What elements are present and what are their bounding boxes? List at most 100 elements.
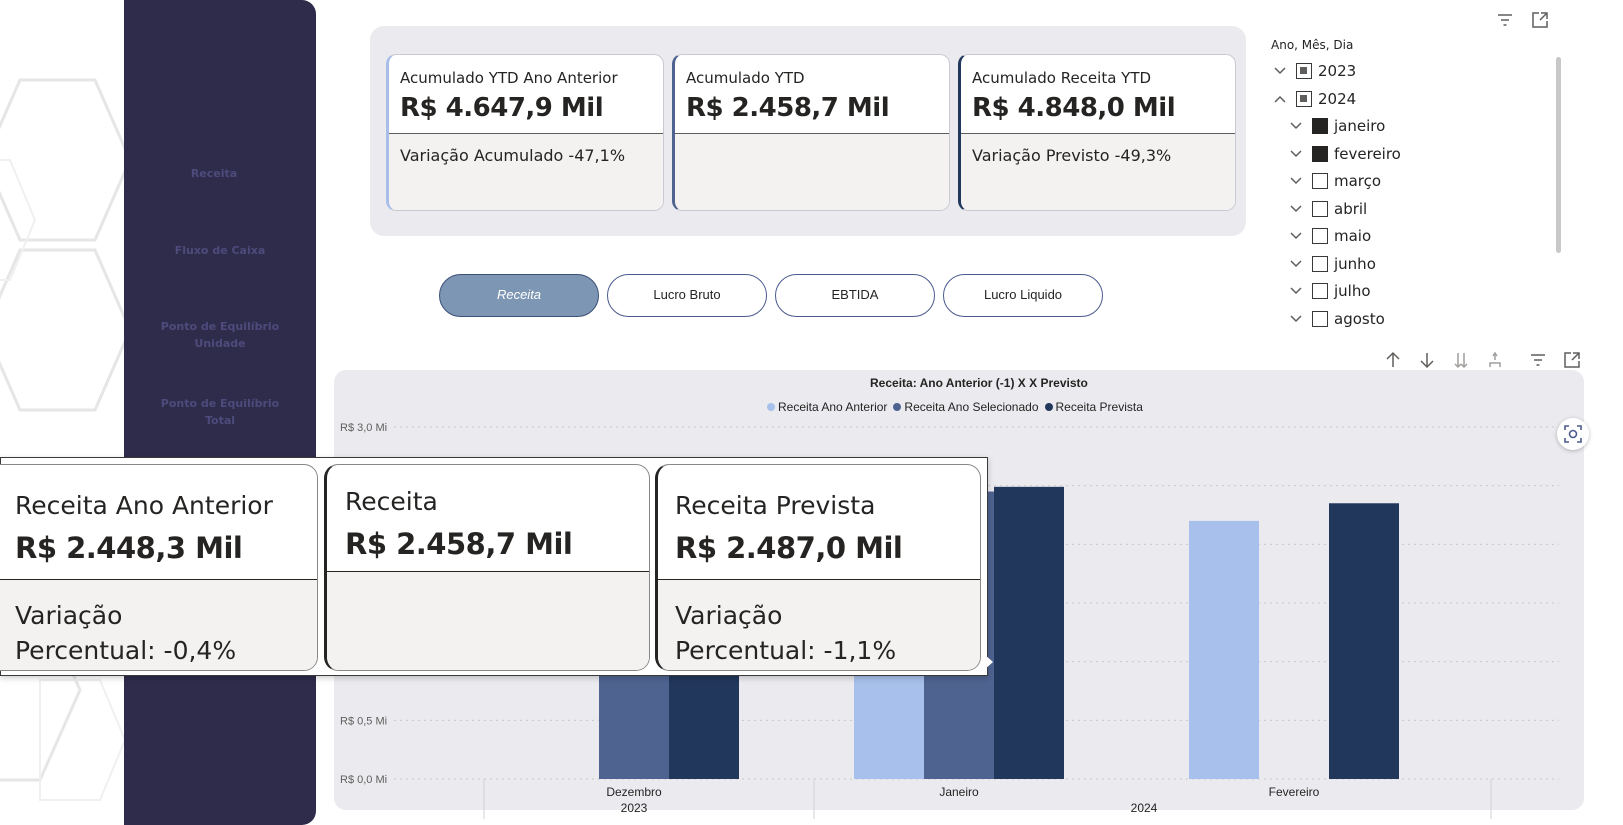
hexagon-background [0,78,125,801]
legend-item[interactable]: Receita Ano Anterior [767,400,887,414]
legend-label: Receita Ano Anterior [778,400,888,414]
chevron-down-icon[interactable] [1286,171,1306,191]
slicer-checkbox[interactable] [1296,90,1312,107]
tooltip-footer: Variação Percentual: -1,1% [658,579,980,670]
tooltip-popup: Receita Ano Anterior R$ 2.448,3 Mil Vari… [0,457,988,676]
toggle-lucro-liquido[interactable]: Lucro Liquido [943,274,1103,317]
filter-icon[interactable] [1528,350,1548,370]
slicer-item-7[interactable]: junho [1286,251,1376,277]
slicer-checkbox[interactable] [1296,63,1312,79]
tooltip-card-receita: Receita R$ 2.458,7 Mil [324,464,650,671]
bar-0-2[interactable] [1189,520,1259,779]
legend-item[interactable]: Receita Ano Selecionado [893,400,1039,414]
slicer-item-9[interactable]: agosto [1286,306,1385,332]
kpi-group: Acumulado YTD Ano Anterior R$ 4.647,9 Mi… [370,26,1246,236]
chevron-up-icon[interactable] [1270,89,1290,109]
slicer-item-0[interactable]: 2023 [1270,58,1356,84]
slicer-item-4[interactable]: março [1286,168,1381,194]
tooltip-variation-line1: Variação [675,601,783,630]
bar-2-1[interactable] [994,486,1064,779]
toggle-lucro-bruto[interactable]: Lucro Bruto [607,274,767,317]
legend-item[interactable]: Receita Prevista [1044,400,1143,414]
legend-dot [893,403,902,411]
slicer-item-label: fevereiro [1334,144,1401,163]
focus-mode-icon[interactable] [1530,10,1550,30]
slicer-scrollbar[interactable] [1556,57,1561,253]
slicer-checkbox[interactable] [1312,118,1328,134]
nav-ponto-equilibrio-unidade[interactable]: Ponto de Equilíbrio Unidade [124,318,316,352]
tooltip-variation-line1: Variação [15,601,123,630]
filter-icon[interactable] [1495,10,1515,30]
legend-label: Receita Ano Selecionado [904,400,1039,414]
report-page: Receita Fluxo de Caixa Ponto de Equilíbr… [0,0,1623,825]
tooltip-value: R$ 2.448,3 Mil [15,531,243,565]
slicer-item-label: abril [1334,199,1368,218]
tooltip-footer [327,571,649,670]
nav-receita-label: Receita [190,167,238,180]
slicer-title: Ano, Mês, Dia [1271,38,1354,52]
tooltip-value: R$ 2.487,0 Mil [675,531,903,565]
slicer-checkbox[interactable] [1312,200,1328,217]
legend-dot [1044,403,1053,411]
slicer-checkbox[interactable] [1312,255,1328,272]
slicer-item-2[interactable]: janeiro [1286,113,1385,139]
chevron-down-icon[interactable] [1286,199,1306,219]
x-year-label: 2023 [621,801,648,815]
slicer-item-3[interactable]: fevereiro [1286,141,1401,167]
kpi-title: Acumulado YTD Ano Anterior [400,69,618,87]
chevron-down-icon[interactable] [1286,226,1306,246]
slicer-item-label: 2023 [1318,62,1357,80]
slicer-item-5[interactable]: abril [1286,196,1367,222]
toggle-ebtida[interactable]: EBTIDA [775,274,935,317]
toggle-receita[interactable]: Receita [439,274,599,317]
chevron-down-icon[interactable] [1286,281,1306,301]
nav-pe-unidade-line2: Unidade [194,337,246,350]
tooltip-card-ano-anterior: Receita Ano Anterior R$ 2.448,3 Mil Vari… [0,464,318,671]
slicer-item-label: maio [1334,227,1372,245]
chevron-down-icon[interactable] [1286,254,1306,274]
slicer-item-label: julho [1334,282,1371,300]
bar-2-2[interactable] [1329,503,1399,779]
x-tick-label: Dezembro [606,785,662,799]
double-arrow-down-icon[interactable] [1451,350,1471,370]
nav-receita[interactable]: Receita [118,165,310,182]
slicer-item-label: janeiro [1334,117,1386,135]
arrow-down-icon[interactable] [1417,350,1437,370]
navigation-sidebar: Receita Fluxo de Caixa Ponto de Equilíbr… [124,0,316,825]
slicer-checkbox[interactable] [1312,310,1328,327]
kpi-title: Acumulado Receita YTD [972,69,1152,87]
nav-fluxo-label: Fluxo de Caixa [174,244,266,257]
chevron-down-icon[interactable] [1270,61,1290,81]
y-tick-label: R$ 3,0 Mi [340,422,387,434]
slicer-item-8[interactable]: julho [1286,278,1371,304]
chevron-down-icon[interactable] [1286,309,1306,329]
arrow-up-icon[interactable] [1383,350,1403,370]
spotlight-icon [1564,425,1582,443]
nav-fluxo-de-caixa[interactable]: Fluxo de Caixa [124,242,316,259]
x-year-label: 2024 [1131,801,1158,815]
spotlight-button[interactable] [1557,418,1589,450]
slicer-checkbox[interactable] [1312,283,1328,299]
nav-pe-unidade-line1: Ponto de Equilíbrio [160,320,280,333]
kpi-card-ytd[interactable]: Acumulado YTD R$ 2.458,7 Mil [672,54,950,211]
fork-icon[interactable] [1485,350,1505,370]
slicer-item-6[interactable]: maio [1286,223,1371,249]
focus-mode-icon[interactable] [1562,350,1582,370]
slicer-item-1[interactable]: 2024 [1270,86,1356,112]
chevron-down-icon[interactable] [1286,144,1306,164]
x-tick-label: Janeiro [939,785,979,799]
slicer-checkbox[interactable] [1312,228,1328,244]
tooltip-pointer [984,654,993,670]
x-tick-label: Fevereiro [1269,785,1320,799]
legend-label: Receita Prevista [1055,400,1143,414]
slicer-item-label: agosto [1334,309,1385,328]
chevron-down-icon[interactable] [1286,116,1306,136]
slicer-checkbox[interactable] [1312,173,1328,189]
slicer-checkbox[interactable] [1312,145,1328,162]
slicer-item-label: junho [1334,254,1376,273]
kpi-card-ytd-ano-anterior[interactable]: Acumulado YTD Ano Anterior R$ 4.647,9 Mi… [386,54,664,211]
kpi-card-receita-ytd[interactable]: Acumulado Receita YTD R$ 4.848,0 Mil Var… [958,54,1236,211]
slicer-item-label: março [1334,172,1382,190]
kpi-value: R$ 2.458,7 Mil [686,93,890,123]
nav-ponto-equilibrio-total[interactable]: Ponto de Equilíbrio Total [124,395,316,429]
